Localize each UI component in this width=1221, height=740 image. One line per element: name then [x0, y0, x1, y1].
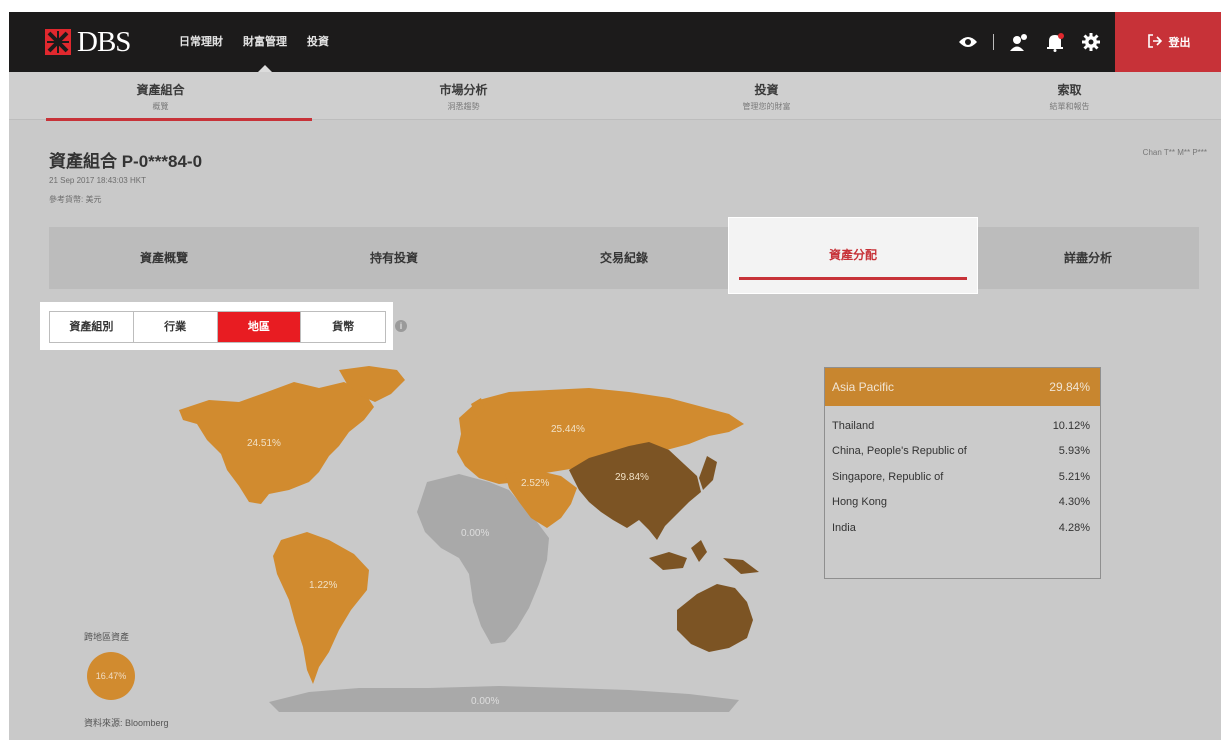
portfolio-timestamp: 21 Sep 2017 18:43:03 HKT — [49, 176, 146, 185]
cross-region-value[interactable]: 16.47% — [87, 652, 135, 700]
region-australia[interactable] — [677, 584, 753, 652]
section-tabs: 資產概覽 持有投資 交易紀錄 資產分配 詳盡分析 — [49, 218, 1199, 293]
filter-asset-class[interactable]: 資產組別 — [50, 312, 134, 342]
label-antarctica: 0.00% — [471, 696, 499, 707]
list-item: Thailand 10.12% — [825, 413, 1100, 439]
sub-nav: 資產組合 概覽 市場分析 洞悉趨勢 投資 管理您的財富 索取 結單和報告 — [9, 72, 1221, 121]
country-value: 10.12% — [1052, 419, 1090, 432]
dbs-star-icon — [45, 29, 71, 55]
country-name: China, People's Republic of — [832, 445, 967, 458]
dbs-logo[interactable]: DBS — [45, 25, 131, 58]
logout-button[interactable]: 登出 — [1115, 12, 1221, 72]
notification-bell-icon[interactable] — [1044, 31, 1066, 53]
label-south-america: 1.22% — [309, 580, 337, 591]
country-name: Hong Kong — [832, 496, 888, 509]
region-detail-header: Asia Pacific 29.84% — [825, 368, 1100, 406]
country-name: India — [832, 521, 856, 534]
app-frame: DBS 日常理財 財富管理 投資 登出 資產組合 概覽 市場分析 洞悉趨勢 投資… — [9, 12, 1221, 740]
subnav-market-analysis[interactable]: 市場分析 洞悉趨勢 — [312, 72, 615, 120]
subnav-label: 資產組合 — [136, 83, 185, 97]
subnav-invest[interactable]: 投資 管理您的財富 — [615, 72, 918, 120]
tab-detailed-analysis[interactable]: 詳盡分析 — [977, 227, 1199, 289]
top-icons — [957, 12, 1102, 72]
tab-transactions[interactable]: 交易紀錄 — [509, 227, 739, 289]
label-north-america: 24.51% — [247, 438, 281, 449]
filter-industry[interactable]: 行業 — [133, 312, 218, 342]
tab-holdings[interactable]: 持有投資 — [279, 227, 509, 289]
subnav-sublabel: 結單和報告 — [1049, 102, 1090, 111]
reference-currency: 參考貨幣: 美元 — [49, 195, 102, 204]
topnav-daily-banking[interactable]: 日常理財 — [169, 12, 233, 72]
logout-label: 登出 — [1168, 37, 1191, 49]
subnav-sublabel: 概覽 — [152, 102, 169, 111]
cross-region-label: 跨地區資產 — [84, 632, 130, 642]
list-item: India 4.28% — [825, 515, 1100, 541]
filter-currency[interactable]: 貨幣 — [301, 312, 385, 342]
list-item: Hong Kong 4.30% — [825, 490, 1100, 516]
list-item: Singapore, Republic of 5.21% — [825, 464, 1100, 490]
subnav-sublabel: 洞悉趨勢 — [447, 102, 480, 111]
filter-region[interactable]: 地區 — [217, 312, 302, 342]
region-total: 29.84% — [1049, 380, 1090, 394]
country-value: 5.93% — [1058, 445, 1090, 458]
info-icon[interactable]: i — [395, 320, 407, 332]
eye-icon[interactable] — [957, 31, 979, 53]
logout-icon — [1147, 33, 1163, 52]
icon-divider — [993, 34, 994, 50]
region-antarctica[interactable] — [269, 686, 739, 712]
subnav-label: 市場分析 — [439, 83, 488, 97]
subnav-sublabel: 管理您的財富 — [742, 102, 791, 111]
tab-asset-allocation[interactable]: 資產分配 — [729, 218, 977, 293]
world-map: 24.51% 1.22% 25.44% 2.52% 29.84% 0.00% 0… — [179, 366, 759, 712]
allocation-filter: 資產組別 行業 地區 貨幣 — [49, 311, 386, 343]
top-nav: 日常理財 財富管理 投資 — [169, 12, 339, 72]
region-japan[interactable] — [699, 456, 717, 490]
list-item: China, People's Republic of 5.93% — [825, 439, 1100, 465]
data-source: 資料來源: Bloomberg — [84, 718, 169, 728]
page-title: 資產組合 P-0***84-0 — [49, 152, 203, 171]
label-europe: 25.44% — [551, 424, 585, 435]
brand-name: DBS — [77, 25, 131, 58]
gear-icon[interactable] — [1080, 31, 1102, 53]
region-indonesia[interactable] — [649, 540, 707, 570]
country-value: 4.28% — [1058, 521, 1090, 534]
label-asia-pacific: 29.84% — [615, 472, 649, 483]
topnav-invest[interactable]: 投資 — [297, 12, 339, 72]
subnav-portfolio[interactable]: 資產組合 概覽 — [9, 72, 312, 121]
user-chat-icon[interactable] — [1008, 31, 1030, 53]
region-name: Asia Pacific — [832, 380, 895, 394]
subnav-label: 索取 — [1057, 83, 1082, 97]
region-south-america[interactable] — [273, 532, 369, 684]
country-name: Thailand — [832, 419, 875, 432]
user-name: Chan T** M** P*** — [1142, 148, 1207, 157]
country-value: 4.30% — [1058, 496, 1090, 509]
label-africa: 0.00% — [461, 528, 489, 539]
region-new-guinea[interactable] — [723, 558, 759, 574]
country-value: 5.21% — [1058, 470, 1090, 483]
country-name: Singapore, Republic of — [832, 470, 944, 483]
region-country-list: Thailand 10.12% China, People's Republic… — [825, 406, 1100, 541]
tab-asset-overview[interactable]: 資產概覽 — [49, 227, 279, 289]
region-detail-panel: Asia Pacific 29.84% Thailand 10.12% Chin… — [824, 367, 1101, 579]
subnav-request[interactable]: 索取 結單和報告 — [918, 72, 1221, 120]
topnav-wealth-management[interactable]: 財富管理 — [233, 12, 297, 72]
top-bar: DBS 日常理財 財富管理 投資 登出 — [9, 12, 1221, 72]
label-middle-east: 2.52% — [521, 478, 549, 489]
subnav-label: 投資 — [754, 83, 779, 97]
